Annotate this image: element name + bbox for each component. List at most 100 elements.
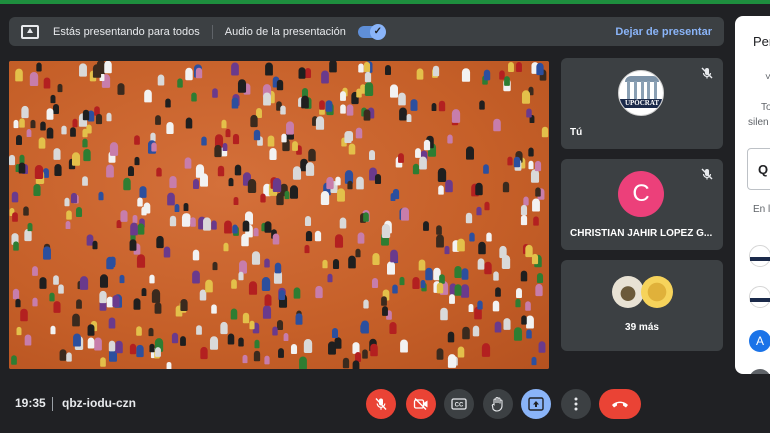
logo-text: UPÓCRAT <box>619 99 663 108</box>
raise-hand-button[interactable] <box>483 389 513 419</box>
crowd-person <box>200 347 208 360</box>
section-label: En l <box>753 204 770 215</box>
search-input[interactable]: Q <box>747 148 770 190</box>
crowd-person <box>301 95 309 109</box>
crowd-person <box>79 276 88 291</box>
crowd-person <box>478 242 487 255</box>
crowd-person <box>133 214 138 223</box>
crowd-person <box>201 136 208 146</box>
crowd-person <box>308 148 316 161</box>
camera-toggle-button[interactable] <box>406 389 436 419</box>
crowd-person <box>520 270 528 282</box>
crowd-person <box>192 179 199 190</box>
crowd-person <box>15 298 21 307</box>
crowd-person <box>50 326 56 335</box>
crowd-person <box>46 108 54 121</box>
audio-toggle[interactable]: ✓ <box>357 23 386 40</box>
crowd-person <box>212 88 218 98</box>
crowd-person <box>210 220 217 230</box>
crowd-person <box>143 89 152 103</box>
crowd-person <box>492 300 500 312</box>
crowd-person <box>169 215 176 226</box>
crowd-person <box>109 142 119 157</box>
crowd-person <box>154 301 162 314</box>
more-options-button[interactable] <box>561 389 591 419</box>
crowd-person <box>479 100 486 110</box>
crowd-person <box>273 233 280 245</box>
banner-divider <box>211 24 213 39</box>
audio-label: Audio de la presentación <box>224 25 346 38</box>
crowd-person <box>108 256 115 268</box>
crowd-person <box>461 268 469 281</box>
leave-call-button[interactable] <box>599 389 641 419</box>
crowd-person <box>494 321 501 333</box>
crowd-person <box>436 348 444 360</box>
crowd-person <box>493 271 500 282</box>
crowd-person <box>238 337 245 347</box>
crowd-person <box>368 149 375 160</box>
crowd-person <box>295 313 303 325</box>
crowd-person <box>276 319 283 330</box>
crowd-person <box>81 176 88 186</box>
crowd-person <box>166 361 172 369</box>
crowd-person <box>286 121 295 135</box>
crowd-person <box>136 326 143 336</box>
mic-toggle-button[interactable] <box>366 389 396 419</box>
crowd-person <box>412 277 420 290</box>
stop-presenting-button[interactable]: Dejar de presentar <box>615 26 712 38</box>
crowd-person <box>448 294 455 305</box>
participant-tile-christian[interactable]: C CHRISTIAN JAHIR LOPEZ G... <box>561 159 723 250</box>
panel-text: To <box>761 102 770 113</box>
crowd-person <box>457 238 466 252</box>
chevron-down-icon[interactable]: ˅ <box>765 72 770 83</box>
crowd-person <box>363 109 371 121</box>
crowd-person <box>357 232 365 244</box>
crowd-person <box>29 71 39 86</box>
university-logo: UPÓCRAT <box>618 70 664 116</box>
crowd-person <box>79 63 88 77</box>
crowd-person <box>531 253 538 265</box>
crowd-person <box>141 206 148 216</box>
crowd-person <box>123 177 131 191</box>
crowd-person <box>531 356 537 366</box>
crowd-person <box>364 61 371 73</box>
crowd-person <box>119 274 125 283</box>
crowd-person <box>335 176 341 186</box>
captions-button[interactable]: CC <box>444 389 474 419</box>
avatar <box>749 286 770 308</box>
crowd-person <box>137 254 146 269</box>
crowd-person <box>66 210 72 220</box>
crowd-person <box>537 273 544 284</box>
crowd-person <box>39 276 47 289</box>
crowd-person <box>278 348 284 358</box>
crowd-person <box>418 259 426 271</box>
crowd-person <box>306 161 315 176</box>
crowd-person <box>154 115 161 125</box>
crowd-person <box>303 339 312 354</box>
more-participants-tile[interactable]: 39 más <box>561 260 723 351</box>
crowd-person <box>237 79 246 93</box>
crowd-person <box>274 262 281 274</box>
crowd-person <box>432 65 439 76</box>
crowd-person <box>171 333 179 344</box>
panel-title: Per <box>753 34 770 49</box>
crowd-person <box>254 340 260 349</box>
crowd-person <box>525 300 531 311</box>
crowd-person <box>462 326 470 339</box>
crowd-person <box>466 212 473 223</box>
crowd-person <box>230 308 238 320</box>
crowd-person <box>445 179 454 192</box>
crowd-person <box>238 272 244 281</box>
crowd-person <box>348 143 356 155</box>
crowd-person <box>335 233 344 248</box>
crowd-person <box>475 182 483 196</box>
crowd-person <box>155 235 164 248</box>
crowd-person <box>73 333 82 347</box>
crowd-person <box>166 121 174 134</box>
crowd-person <box>415 147 421 158</box>
participant-tile-self[interactable]: UPÓCRAT Tú <box>561 58 723 149</box>
crowd-person <box>423 221 430 231</box>
phone-hangup-icon <box>612 401 628 408</box>
present-now-button[interactable] <box>521 389 551 419</box>
camera-off-icon <box>413 398 428 410</box>
